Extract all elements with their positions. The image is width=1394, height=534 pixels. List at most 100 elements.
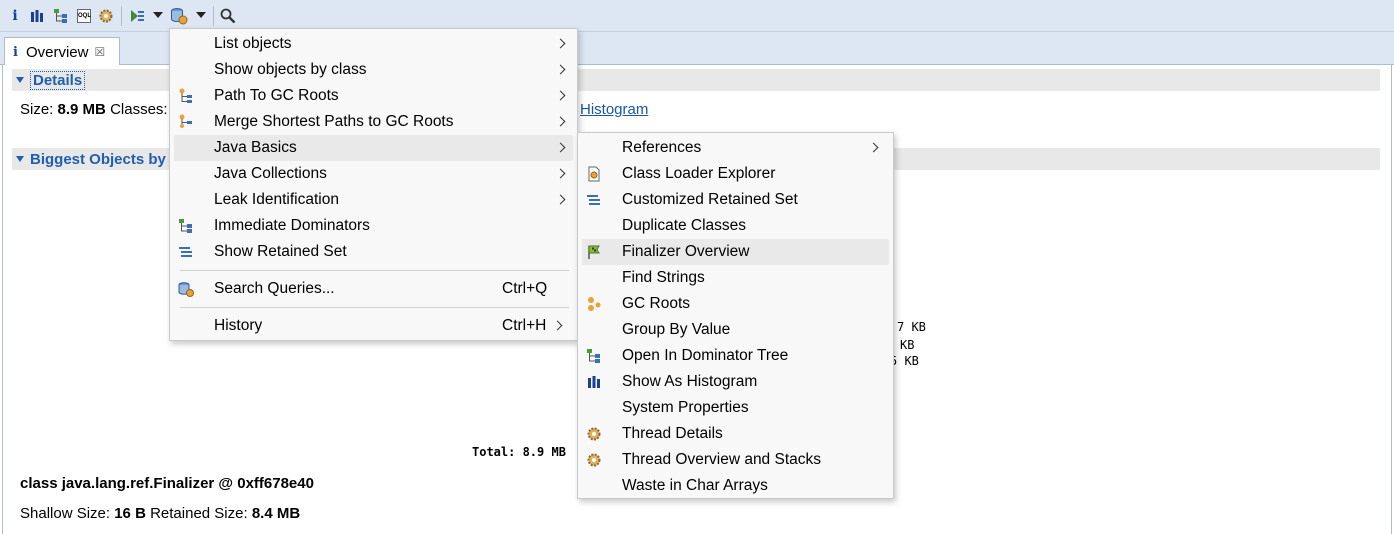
run-report-icon[interactable] [170,6,188,26]
retained-size-value: 8.4 MB [251,505,301,522]
details-size-line: Size: 8.9 MB Classes: [20,101,168,118]
submenu-item-waste-in-char-arrays[interactable]: Waste in Char Arrays [582,473,889,499]
chevron-right-icon [555,38,566,49]
menu-item-list-objects[interactable]: List objects [174,31,573,57]
oql-icon[interactable]: OQL [75,6,93,26]
menu-item-label: Java Collections [214,165,327,182]
search-queries-icon [178,281,194,297]
chart-label: 5 KB [890,354,919,368]
size-label: Size: [20,101,54,118]
thread-gear-icon[interactable] [97,6,115,26]
run-report-dropdown-icon[interactable] [196,12,206,18]
histogram-icon[interactable] [28,6,46,26]
retained-set-icon [178,244,194,260]
menu-item-shortcut: Ctrl+Q [502,280,548,297]
menu-item-label: History [214,317,263,334]
menu-item-label: Class Loader Explorer [622,165,776,182]
info-icon[interactable]: i [6,6,24,26]
submenu-item-finalizer-overview[interactable]: Finalizer Overview [582,239,889,265]
menu-item-merge-shortest-paths[interactable]: Merge Shortest Paths to GC Roots [174,109,573,135]
menu-item-label: System Properties [622,399,749,416]
chart-label: KB [900,338,915,352]
customized-retained-set-icon [586,192,602,208]
retained-size-label: Retained Size: [150,505,248,522]
submenu-item-gc-roots[interactable]: GC Roots [582,291,889,317]
menu-item-label: Thread Overview and Stacks [622,451,822,468]
menu-item-label: Path To GC Roots [214,87,339,104]
menu-separator [180,307,569,308]
java-basics-submenu: References Class Loader Explorer Customi… [577,132,894,499]
info-icon: i [13,44,18,60]
submenu-item-customized-retained-set[interactable]: Customized Retained Set [582,187,889,213]
menu-item-label: Waste in Char Arrays [622,477,768,494]
menu-item-leak-identification[interactable]: Leak Identification [174,187,573,213]
shallow-size-value: 16 B [114,505,146,522]
chevron-right-icon [555,64,566,75]
toolbar-separator [213,6,214,26]
query-browser-dropdown-icon[interactable] [153,12,163,18]
menu-item-label: Show Retained Set [214,243,347,260]
menu-item-label: Merge Shortest Paths to GC Roots [214,113,454,130]
shallow-size-label: Shallow Size: [20,505,111,522]
menu-item-search-queries[interactable]: Search Queries... Ctrl+Q [174,276,573,302]
search-icon[interactable] [219,6,237,26]
chevron-right-icon [555,194,566,205]
histogram-icon [586,374,602,390]
biggest-objects-title: Biggest Objects by [30,150,166,168]
menu-item-label: Show objects by class [214,61,367,78]
menu-separator [180,270,569,271]
menu-item-label: Search Queries... [214,280,335,297]
chevron-right-icon [555,90,566,101]
collapse-triangle-icon[interactable] [16,156,24,162]
submenu-item-class-loader-explorer[interactable]: Class Loader Explorer [582,161,889,187]
menu-item-path-to-gc-roots[interactable]: Path To GC Roots [174,83,573,109]
submenu-item-system-properties[interactable]: System Properties [582,395,889,421]
chevron-right-icon [555,168,566,179]
immediate-dominators-icon [178,218,194,234]
submenu-item-thread-details[interactable]: Thread Details [582,421,889,447]
close-icon[interactable]: ☒ [94,45,105,59]
collapse-triangle-icon[interactable] [16,77,24,83]
submenu-item-show-as-histogram[interactable]: Show As Histogram [582,369,889,395]
histogram-link[interactable]: Histogram [580,101,648,118]
menu-item-show-objects-by-class[interactable]: Show objects by class [174,57,573,83]
dominator-tree-icon[interactable] [52,6,70,26]
menu-item-immediate-dominators[interactable]: Immediate Dominators [174,213,573,239]
query-browser-icon[interactable] [128,6,146,26]
class-loader-icon [586,166,602,182]
submenu-item-references[interactable]: References [582,135,889,161]
chevron-right-icon [868,142,879,153]
chevron-right-icon [555,142,566,153]
merge-paths-icon [178,114,194,130]
submenu-item-open-in-dominator-tree[interactable]: Open In Dominator Tree [582,343,889,369]
menu-item-java-collections[interactable]: Java Collections [174,161,573,187]
menu-item-label: Duplicate Classes [622,217,747,234]
chart-total-label: Total: 8.9 MB [472,445,566,459]
submenu-item-group-by-value[interactable]: Group By Value [582,317,889,343]
menu-item-label: References [622,139,702,156]
gc-roots-icon [586,296,602,312]
toolbar-separator [121,6,122,26]
tab-overview[interactable]: i Overview ☒ [4,37,120,66]
submenu-item-thread-overview-and-stacks[interactable]: Thread Overview and Stacks [582,447,889,473]
menu-item-history[interactable]: History Ctrl+H [174,313,573,339]
menu-item-label: Thread Details [622,425,723,442]
submenu-item-duplicate-classes[interactable]: Duplicate Classes [582,213,889,239]
menu-item-label: Customized Retained Set [622,191,798,208]
menu-item-shortcut: Ctrl+H [502,317,547,334]
path-to-gc-roots-icon [178,88,194,104]
selected-object-title: class java.lang.ref.Finalizer @ 0xff678e… [20,475,314,492]
menu-item-label: Open In Dominator Tree [622,347,789,364]
submenu-item-find-strings[interactable]: Find Strings [582,265,889,291]
tab-label: Overview [25,43,89,61]
menu-item-java-basics[interactable]: Java Basics [174,135,573,161]
menu-item-label: List objects [214,35,292,52]
menu-item-show-retained-set[interactable]: Show Retained Set [174,239,573,265]
menu-item-label: Group By Value [622,321,731,338]
menu-item-label: Immediate Dominators [214,217,370,234]
thread-gear-icon [586,452,602,468]
dominator-tree-icon [586,348,602,364]
thread-gear-icon [586,426,602,442]
chevron-right-icon [552,320,563,331]
details-title: Details [30,70,86,90]
